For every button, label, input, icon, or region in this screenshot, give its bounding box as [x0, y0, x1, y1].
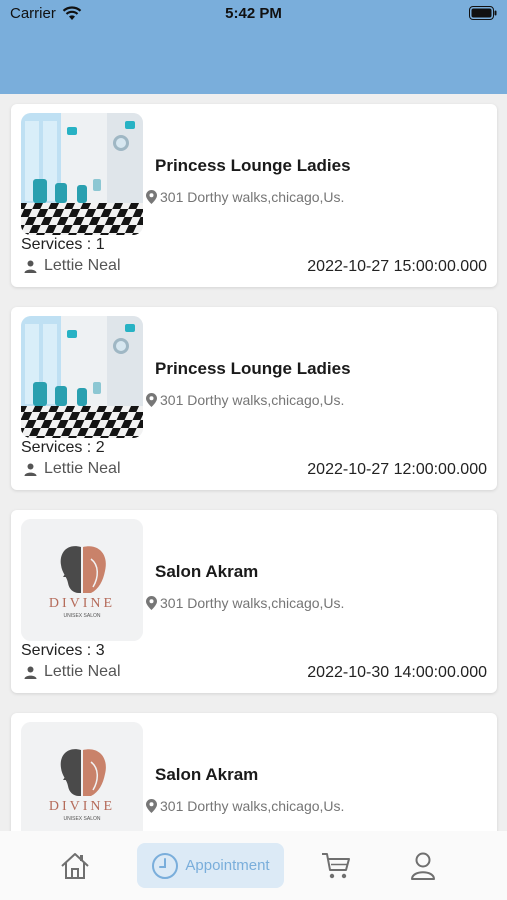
salon-address: 301 Dorthy walks,chicago,Us.: [146, 798, 344, 814]
location-pin-icon: [146, 596, 157, 610]
salon-address: 301 Dorthy walks,chicago,Us.: [146, 392, 344, 408]
salon-thumbnail: [21, 316, 143, 438]
person-icon: [24, 463, 37, 476]
appointment-list[interactable]: Princess Lounge Ladies 301 Dorthy walks,…: [0, 94, 507, 831]
tab-appointment-label: Appointment: [185, 857, 270, 874]
location-pin-icon: [146, 799, 157, 813]
logo-subtext: UNISEX SALON: [64, 816, 101, 822]
header-bar: Carrier 5:42 PM: [0, 0, 507, 94]
appointment-card[interactable]: Princess Lounge Ladies 301 Dorthy walks,…: [11, 307, 497, 490]
tab-appointment[interactable]: Appointment: [137, 843, 284, 888]
logo-text: DIVINE: [49, 799, 115, 814]
salon-address: 301 Dorthy walks,chicago,Us.: [146, 595, 344, 611]
clock-icon: [152, 852, 179, 879]
salon-thumbnail: DIVINE UNISEX SALON: [21, 519, 143, 641]
status-bar: Carrier 5:42 PM: [0, 0, 507, 30]
assigned-person: Lettie Neal: [21, 663, 121, 681]
location-pin-icon: [146, 190, 157, 204]
address-text: 301 Dorthy walks,chicago,Us.: [160, 798, 345, 814]
divine-salon-logo: DIVINE UNISEX SALON: [21, 519, 143, 641]
logo-text: DIVINE: [49, 596, 115, 611]
salon-name: Salon Akram: [155, 562, 259, 581]
appointment-datetime: 2022-10-30 14:00:00.000: [307, 664, 487, 681]
services-count: Services : 3: [21, 642, 105, 659]
appointment-datetime: 2022-10-27 15:00:00.000: [307, 258, 487, 275]
location-pin-icon: [146, 393, 157, 407]
appointment-datetime: 2022-10-27 12:00:00.000: [307, 461, 487, 478]
home-icon: [61, 852, 89, 879]
clock-time: 5:42 PM: [225, 5, 282, 22]
salon-address: 301 Dorthy walks,chicago,Us.: [146, 189, 344, 205]
address-text: 301 Dorthy walks,chicago,Us.: [160, 189, 345, 205]
services-count: Services : 2: [21, 439, 105, 456]
salon-name: Salon Akram: [155, 765, 259, 784]
salon-interior-image: [21, 113, 143, 235]
profile-icon: [411, 852, 435, 880]
tab-home[interactable]: [56, 843, 94, 888]
battery-icon: [469, 6, 497, 20]
salon-name: Princess Lounge Ladies: [155, 156, 351, 175]
appointment-card[interactable]: Princess Lounge Ladies 301 Dorthy walks,…: [11, 104, 497, 287]
address-text: 301 Dorthy walks,chicago,Us.: [160, 595, 345, 611]
person-name: Lettie Neal: [44, 663, 121, 680]
logo-subtext: UNISEX SALON: [64, 613, 101, 619]
person-icon: [24, 666, 37, 679]
tab-profile[interactable]: [405, 843, 441, 888]
cart-icon: [322, 852, 350, 878]
salon-name: Princess Lounge Ladies: [155, 359, 351, 378]
person-name: Lettie Neal: [44, 257, 121, 274]
appointment-card[interactable]: DIVINE UNISEX SALON Salon Akram 301 Dort…: [11, 510, 497, 693]
person-icon: [24, 260, 37, 273]
services-count: Services : 1: [21, 236, 105, 253]
bottom-tab-bar: Appointment: [0, 831, 507, 900]
tab-cart[interactable]: [318, 843, 354, 888]
appointment-card[interactable]: DIVINE UNISEX SALON Salon Akram 301 Dort…: [11, 713, 497, 831]
address-text: 301 Dorthy walks,chicago,Us.: [160, 392, 345, 408]
salon-thumbnail: DIVINE UNISEX SALON: [21, 722, 143, 831]
salon-thumbnail: [21, 113, 143, 235]
divine-salon-logo: DIVINE UNISEX SALON: [21, 722, 143, 831]
assigned-person: Lettie Neal: [21, 257, 121, 275]
salon-interior-image: [21, 316, 143, 438]
person-name: Lettie Neal: [44, 460, 121, 477]
assigned-person: Lettie Neal: [21, 460, 121, 478]
